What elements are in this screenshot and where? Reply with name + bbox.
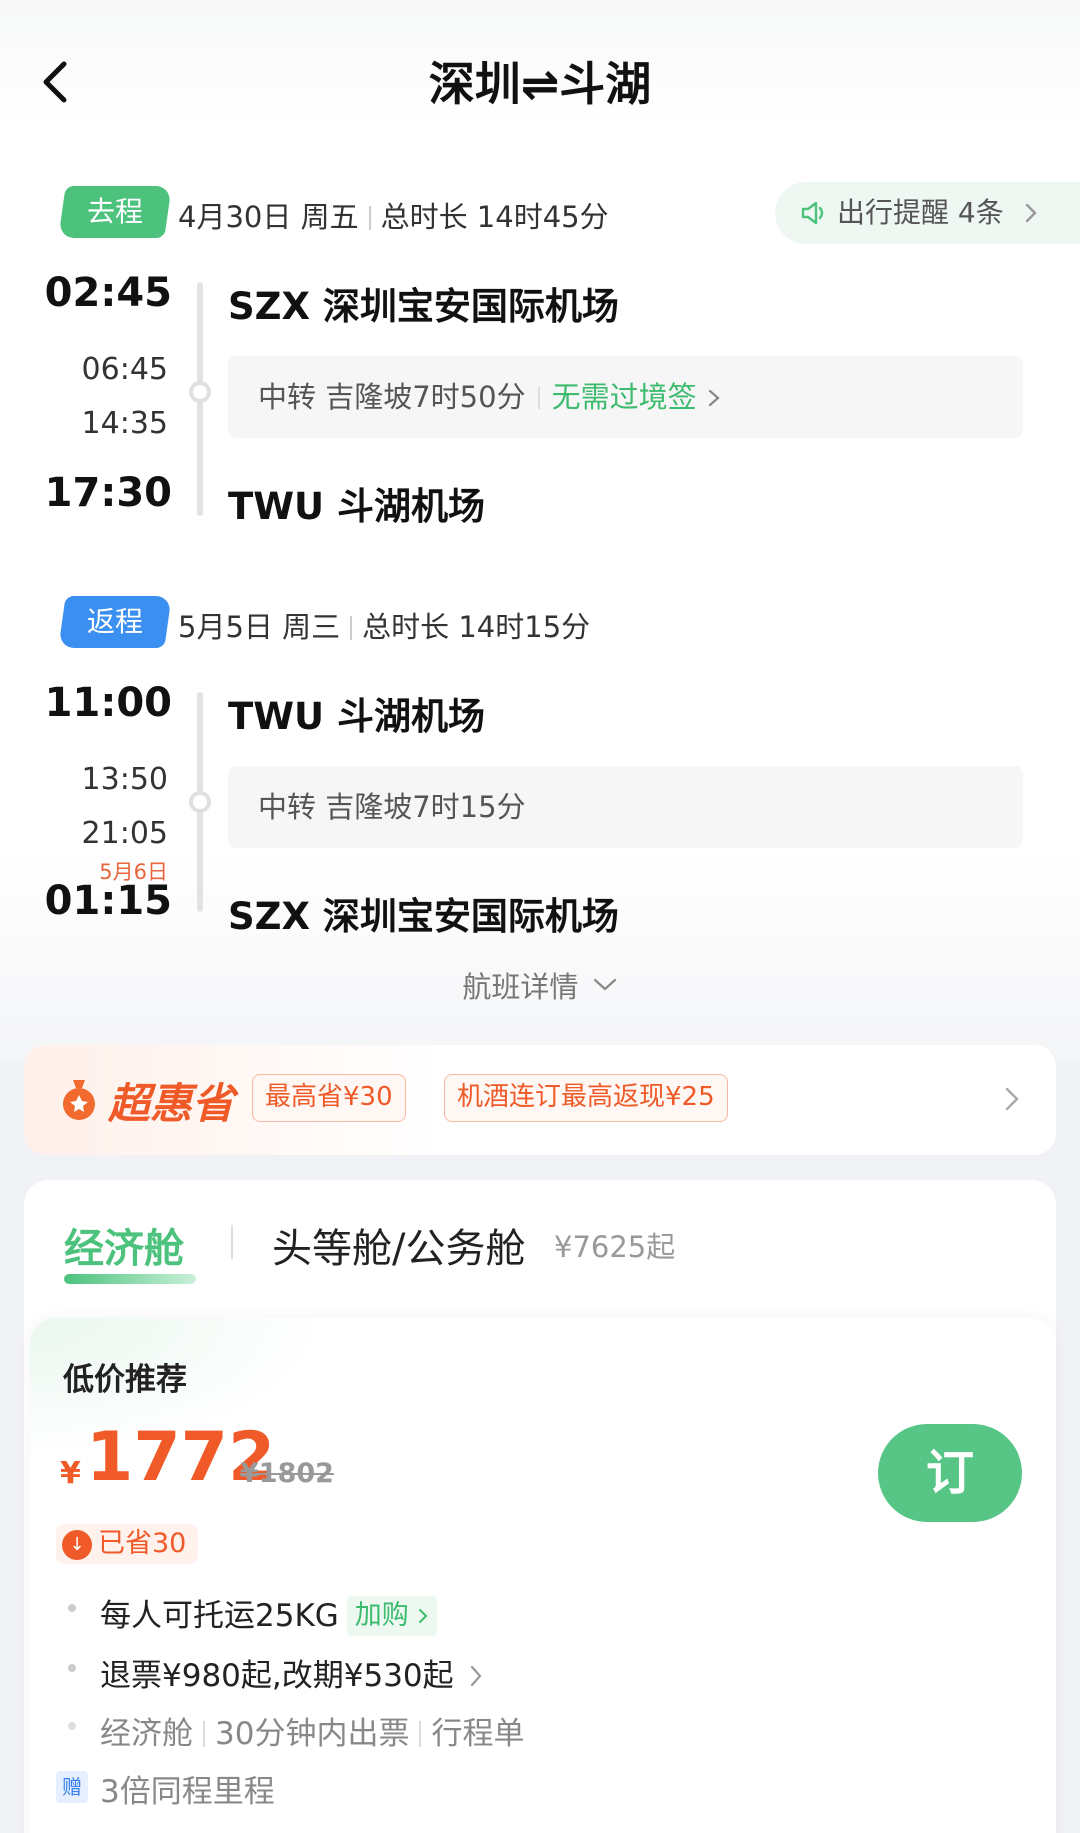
tab-economy[interactable]: 经济舱 — [64, 1216, 184, 1274]
tab-first-business-price: ¥7625起 — [554, 1230, 676, 1264]
outbound-duration: 总时长 14时45分 — [380, 200, 609, 234]
refund-policy-link[interactable]: 退票¥980起,改期¥530起 — [100, 1650, 484, 1695]
baggage-addon-button[interactable]: 加购 — [346, 1596, 438, 1636]
return-stop-dot — [189, 791, 211, 813]
bullet — [68, 1664, 76, 1672]
bullet — [68, 1722, 76, 1730]
ticket-features: 经济舱 30分钟内出票 行程单 — [100, 1716, 525, 1752]
return-destination: SZX 深圳宝安国际机场 — [228, 895, 619, 938]
outbound-arrive-time: 17:30 — [44, 470, 172, 516]
return-tag: 返程 — [58, 596, 172, 648]
saved-badge: ↓ 已省30 — [56, 1524, 199, 1564]
money-bag-icon — [60, 1076, 98, 1120]
offer-title: 低价推荐 — [63, 1362, 187, 1398]
promo-name: 超惠省 — [108, 1079, 235, 1128]
chevron-down-icon — [593, 978, 616, 991]
return-meta: 5月5日 周三 总时长 14时15分 — [178, 604, 590, 646]
return-transfer-text: 中转 吉隆坡7时15分 — [258, 790, 526, 824]
mileage-bonus: 3倍同程里程 — [100, 1774, 275, 1810]
outbound-stop-arrive: 06:45 — [81, 352, 168, 387]
outbound-transfer-text: 中转 吉隆坡7时50分 — [258, 380, 526, 414]
flight-detail-toggle[interactable]: 航班详情 — [0, 964, 1080, 1006]
promo-chip-cashback: 机酒连订最高返现¥25 — [444, 1074, 728, 1122]
price-currency: ¥ — [60, 1456, 81, 1491]
promo-chip-max-save: 最高省¥30 — [252, 1074, 406, 1122]
return-origin: TWU 斗湖机场 — [228, 695, 485, 738]
page-title: 深圳⇌斗湖 — [428, 57, 652, 111]
chevron-right-icon — [470, 1665, 481, 1687]
visa-link[interactable]: 无需过境签 — [552, 380, 722, 414]
return-duration: 总时长 14时15分 — [362, 610, 591, 644]
outbound-date: 4月30日 周五 — [178, 200, 359, 234]
outbound-origin: SZX 深圳宝安国际机场 — [228, 285, 619, 328]
return-depart-time: 11:00 — [44, 680, 172, 726]
return-stop-arrive: 13:50 — [81, 762, 168, 797]
return-transfer: 中转 吉隆坡7时15分 — [228, 766, 1023, 848]
return-date: 5月5日 周三 — [178, 610, 341, 644]
tab-economy-underline — [64, 1274, 196, 1284]
book-button[interactable]: 订 — [878, 1424, 1022, 1522]
outbound-transfer: 中转 吉隆坡7时50分 无需过境签 — [228, 356, 1023, 438]
chevron-right-icon — [1005, 1087, 1019, 1111]
gift-icon: 赠 — [56, 1771, 88, 1803]
travel-reminder-button[interactable]: 出行提醒 4条 — [775, 182, 1080, 244]
outbound-tag: 去程 — [58, 186, 172, 238]
reminder-label: 出行提醒 4条 — [837, 196, 1004, 229]
outbound-depart-time: 02:45 — [44, 270, 172, 316]
chevron-right-icon — [419, 1609, 428, 1623]
outbound-stop-dot — [189, 381, 211, 403]
chevron-right-icon — [1025, 203, 1037, 223]
outbound-destination: TWU 斗湖机场 — [228, 485, 485, 528]
outbound-stop-depart: 14:35 — [81, 406, 168, 441]
down-arrow-icon: ↓ — [62, 1530, 92, 1560]
chevron-right-icon — [708, 389, 720, 407]
baggage-info: 每人可托运25KG 加购 — [100, 1590, 438, 1636]
return-stop-depart: 21:05 — [81, 816, 168, 851]
bullet — [68, 1604, 76, 1612]
outbound-meta: 4月30日 周五 总时长 14时45分 — [178, 194, 609, 236]
original-price: ¥1802 — [240, 1458, 334, 1489]
tab-first-business[interactable]: 头等舱/公务舱 — [272, 1216, 525, 1274]
return-arrive-time: 01:15 — [44, 878, 172, 924]
tab-divider — [231, 1225, 233, 1259]
speaker-icon — [801, 201, 824, 225]
